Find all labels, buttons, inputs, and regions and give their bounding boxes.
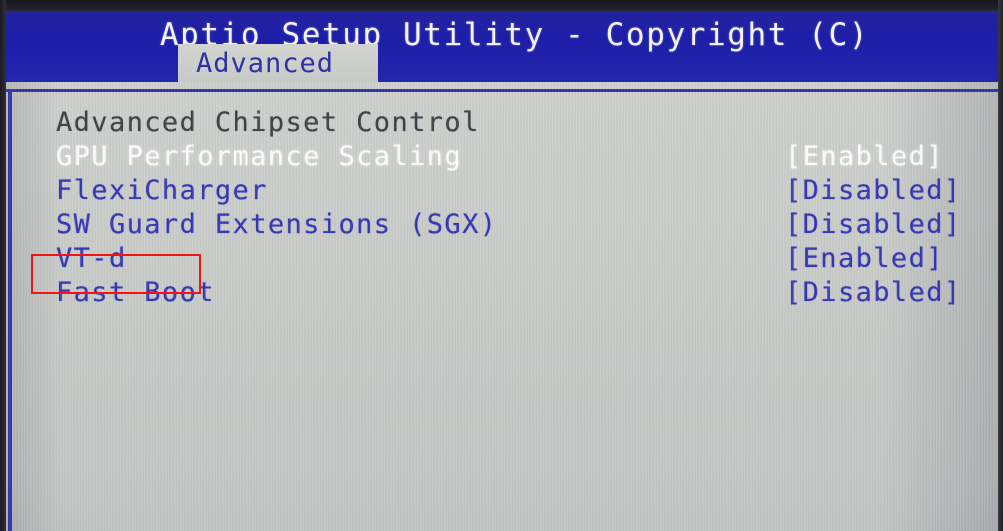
tab-advanced[interactable]: Advanced xyxy=(178,44,378,83)
menu-item-label: GPU Performance Scaling xyxy=(56,141,463,172)
screen-bezel-top xyxy=(0,0,1003,11)
menu-item-sw-guard-extensions[interactable]: SW Guard Extensions (SGX) [Disabled] xyxy=(0,208,1003,242)
menu-item-label: FlexiCharger xyxy=(56,175,268,206)
tab-advanced-label: Advanced xyxy=(196,48,335,79)
bios-setup-screen: Aptio Setup Utility - Copyright (C) Adva… xyxy=(0,0,1003,531)
menu-item-value[interactable]: [Disabled] xyxy=(785,208,962,242)
menu-item-flexicharger[interactable]: FlexiCharger [Disabled] xyxy=(0,174,1003,208)
screen-bezel-right xyxy=(998,0,1003,531)
menu-item-label: Advanced Chipset Control xyxy=(56,107,480,138)
menu-item-gpu-performance-scaling[interactable]: GPU Performance Scaling [Enabled] xyxy=(0,140,1003,174)
screen-bezel-left xyxy=(0,0,6,531)
vt-d-highlight-box xyxy=(31,254,201,294)
header-divider xyxy=(0,89,1003,92)
menu-item-value[interactable]: [Enabled] xyxy=(785,140,944,174)
menu-item-value[interactable]: [Enabled] xyxy=(785,242,944,276)
menu-item-label: SW Guard Extensions (SGX) xyxy=(56,209,498,240)
menu-item-value[interactable]: [Disabled] xyxy=(785,174,962,208)
menu-item-value[interactable]: [Disabled] xyxy=(785,276,962,310)
menu-item-advanced-chipset-control[interactable]: Advanced Chipset Control xyxy=(0,106,1003,140)
page-title: Aptio Setup Utility - Copyright (C) xyxy=(159,17,870,53)
